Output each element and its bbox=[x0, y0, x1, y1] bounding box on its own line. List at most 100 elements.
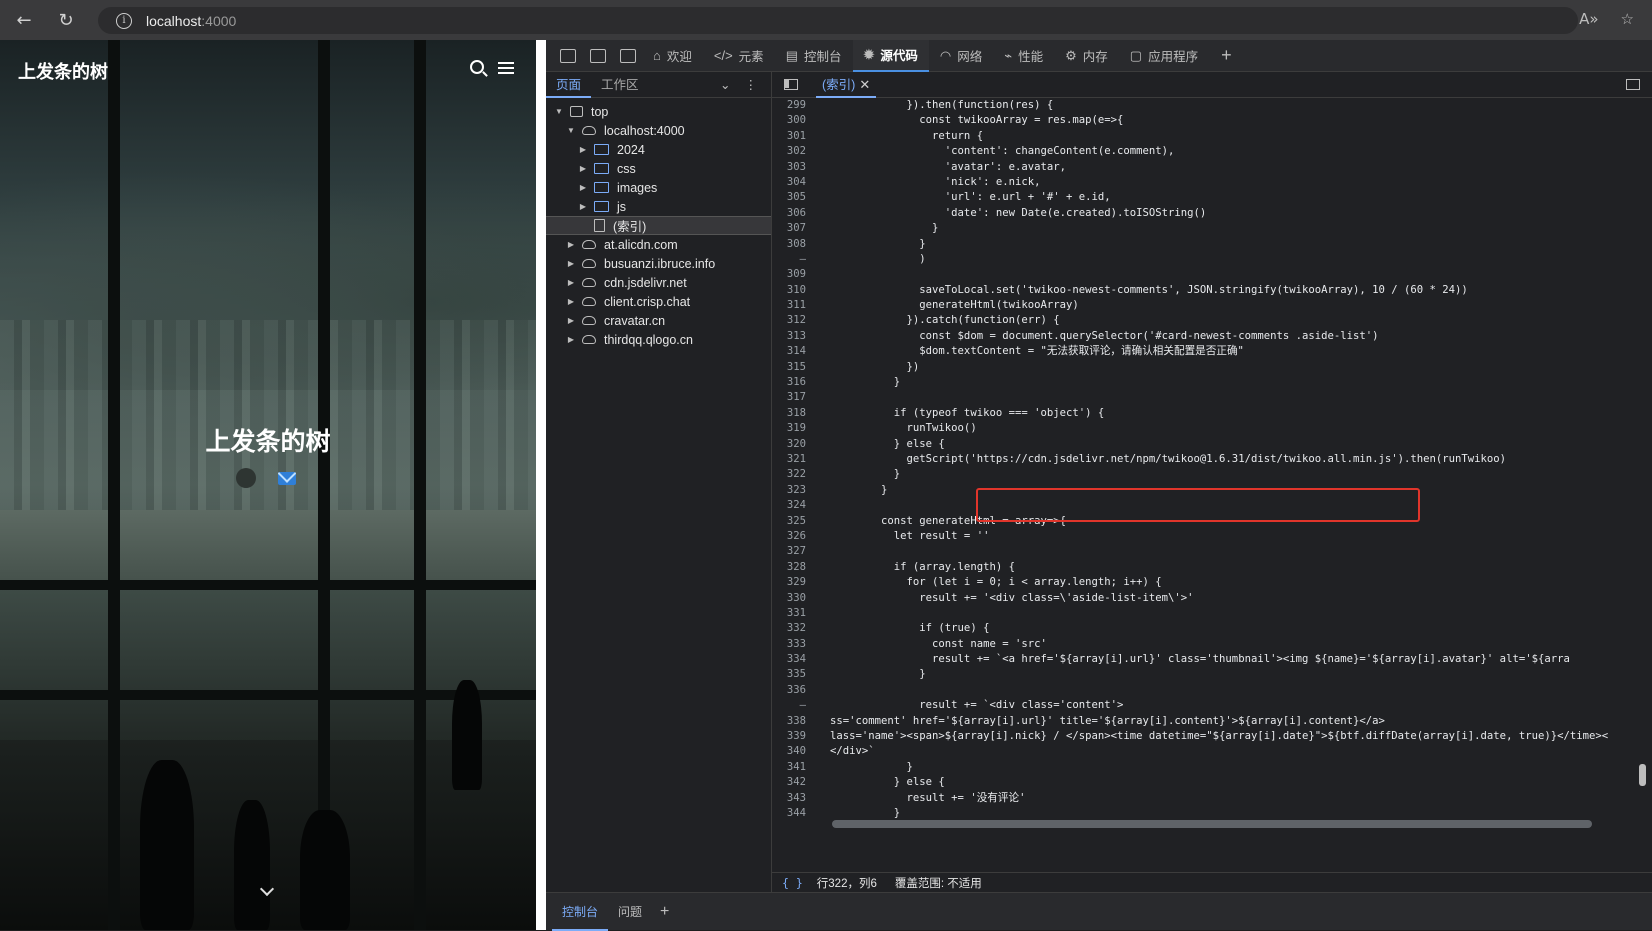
tree-item[interactable]: ▶ js bbox=[546, 197, 771, 216]
line-number[interactable]: 314 bbox=[772, 344, 812, 359]
line-number[interactable]: 312 bbox=[772, 313, 812, 328]
line-number[interactable]: 309 bbox=[772, 267, 812, 282]
info-icon[interactable]: i bbox=[116, 12, 132, 29]
line-number[interactable]: 338 bbox=[772, 714, 812, 729]
add-tool-icon[interactable]: + bbox=[1221, 45, 1232, 66]
tab-open-file[interactable]: (索引) ✕ bbox=[816, 72, 877, 98]
line-number[interactable]: 336 bbox=[772, 683, 812, 698]
tab-page[interactable]: 页面 bbox=[546, 72, 592, 98]
tab-devtools-6[interactable]: ⚙ 内存 bbox=[1054, 40, 1119, 72]
address-bar[interactable]: i localhost:4000 bbox=[98, 7, 1578, 34]
read-aloud-icon[interactable]: A» bbox=[1579, 10, 1598, 28]
tree-item[interactable]: ▼ localhost:4000 bbox=[546, 121, 771, 140]
line-number[interactable]: 306 bbox=[772, 206, 812, 221]
line-number[interactable]: 323 bbox=[772, 483, 812, 498]
line-number[interactable]: 310 bbox=[772, 283, 812, 298]
tab-workspace[interactable]: 工作区 bbox=[591, 72, 649, 98]
tree-item[interactable]: ▶ cravatar.cn bbox=[546, 311, 771, 330]
line-number[interactable]: 326 bbox=[772, 529, 812, 544]
tab-devtools-7[interactable]: ▢ 应用程序 bbox=[1119, 40, 1209, 72]
vertical-scrollbar[interactable] bbox=[1639, 764, 1646, 786]
line-number[interactable]: 305 bbox=[772, 190, 812, 205]
line-number[interactable]: 311 bbox=[772, 298, 812, 313]
line-number[interactable]: 321 bbox=[772, 452, 812, 467]
line-number[interactable]: 334 bbox=[772, 652, 812, 667]
line-number[interactable]: 322 bbox=[772, 467, 812, 482]
line-number[interactable]: 318 bbox=[772, 406, 812, 421]
line-number[interactable]: 332 bbox=[772, 621, 812, 636]
tree-item[interactable]: ▶ busuanzi.ibruce.info bbox=[546, 254, 771, 273]
tab-devtools-0[interactable]: ⌂ 欢迎 bbox=[642, 40, 703, 72]
line-number[interactable]: 301 bbox=[772, 129, 812, 144]
line-number[interactable]: 343 bbox=[772, 791, 812, 806]
line-number[interactable]: 302 bbox=[772, 144, 812, 159]
reload-icon[interactable]: ↻ bbox=[56, 10, 76, 31]
line-number[interactable]: 329 bbox=[772, 575, 812, 590]
address-url[interactable]: localhost:4000 bbox=[146, 13, 236, 29]
tab-devtools-2[interactable]: ▤ 控制台 bbox=[775, 40, 853, 72]
line-number[interactable]: 324 bbox=[772, 498, 812, 513]
tree-item[interactable]: ▶ at.alicdn.com bbox=[546, 235, 771, 254]
pretty-print-icon[interactable]: { } bbox=[782, 876, 803, 890]
back-icon[interactable]: ← bbox=[14, 10, 34, 31]
line-number[interactable]: 304 bbox=[772, 175, 812, 190]
tab-devtools-5[interactable]: ⌁ 性能 bbox=[993, 40, 1054, 72]
horizontal-scrollbar[interactable] bbox=[832, 820, 1592, 828]
tree-item[interactable]: (索引) bbox=[546, 216, 771, 235]
tab-devtools-3[interactable]: ✹ 源代码 bbox=[852, 39, 929, 72]
tree-item[interactable]: ▶ css bbox=[546, 159, 771, 178]
line-number[interactable]: 320 bbox=[772, 437, 812, 452]
tree-item[interactable]: ▶ client.crisp.chat bbox=[546, 292, 771, 311]
toggle-navigator-icon[interactable] bbox=[784, 79, 798, 90]
menu-icon[interactable] bbox=[498, 62, 514, 74]
github-icon[interactable] bbox=[236, 468, 256, 488]
toggle-debugger-icon[interactable] bbox=[1626, 79, 1640, 90]
search-icon[interactable] bbox=[470, 60, 484, 74]
line-number[interactable]: 316 bbox=[772, 375, 812, 390]
add-drawer-tab-icon[interactable]: + bbox=[660, 903, 669, 921]
drawer-tab-console[interactable]: 控制台 bbox=[552, 893, 609, 931]
line-number[interactable]: 344 bbox=[772, 806, 812, 820]
line-number[interactable]: 315 bbox=[772, 360, 812, 375]
line-number[interactable]: 342 bbox=[772, 775, 812, 790]
line-number[interactable]: 325 bbox=[772, 514, 812, 529]
line-number[interactable]: 317 bbox=[772, 390, 812, 405]
line-number[interactable]: 300 bbox=[772, 113, 812, 128]
line-number[interactable]: 341 bbox=[772, 760, 812, 775]
close-icon[interactable]: ✕ bbox=[859, 77, 870, 92]
line-number[interactable]: 327 bbox=[772, 544, 812, 559]
tree-item[interactable]: ▶ thirdqq.qlogo.cn bbox=[546, 330, 771, 349]
drawer-tab-issues[interactable]: 问题 bbox=[608, 893, 652, 931]
tree-item[interactable]: ▶ 2024 bbox=[546, 140, 771, 159]
line-number[interactable]: 307 bbox=[772, 221, 812, 236]
line-number[interactable]: 319 bbox=[772, 421, 812, 436]
line-number[interactable]: 313 bbox=[772, 329, 812, 344]
tab-devtools-1[interactable]: </> 元素 bbox=[703, 40, 775, 72]
line-number[interactable]: – bbox=[772, 698, 812, 713]
site-brand[interactable]: 上发条的树 bbox=[18, 58, 108, 84]
split-divider[interactable] bbox=[536, 40, 546, 930]
tree-item[interactable]: ▼ top bbox=[546, 102, 771, 121]
favorite-icon[interactable]: ☆ bbox=[1621, 10, 1634, 28]
inspect-icon[interactable] bbox=[560, 48, 576, 63]
line-number[interactable]: – bbox=[772, 252, 812, 267]
line-number[interactable]: 308 bbox=[772, 237, 812, 252]
line-number[interactable]: 339 bbox=[772, 729, 812, 744]
dock-side-icon[interactable] bbox=[620, 48, 636, 63]
chevron-down-icon[interactable]: ⌄ bbox=[720, 77, 730, 92]
device-emulation-icon[interactable] bbox=[590, 48, 606, 63]
line-number[interactable]: 331 bbox=[772, 606, 812, 621]
line-number[interactable]: 333 bbox=[772, 637, 812, 652]
tree-item[interactable]: ▶ images bbox=[546, 178, 771, 197]
code-view[interactable]: 299 }).then(function(res) {300 const twi… bbox=[772, 98, 1652, 820]
line-number[interactable]: 303 bbox=[772, 160, 812, 175]
line-number[interactable]: 330 bbox=[772, 591, 812, 606]
line-number[interactable]: 335 bbox=[772, 667, 812, 682]
line-number[interactable]: 328 bbox=[772, 560, 812, 575]
more-icon[interactable]: ⋮ bbox=[745, 77, 758, 92]
line-number[interactable]: 299 bbox=[772, 98, 812, 113]
line-number[interactable]: 340 bbox=[772, 744, 812, 759]
mail-icon[interactable] bbox=[278, 472, 296, 485]
tab-devtools-4[interactable]: ◠ 网络 bbox=[929, 40, 993, 72]
tree-item[interactable]: ▶ cdn.jsdelivr.net bbox=[546, 273, 771, 292]
